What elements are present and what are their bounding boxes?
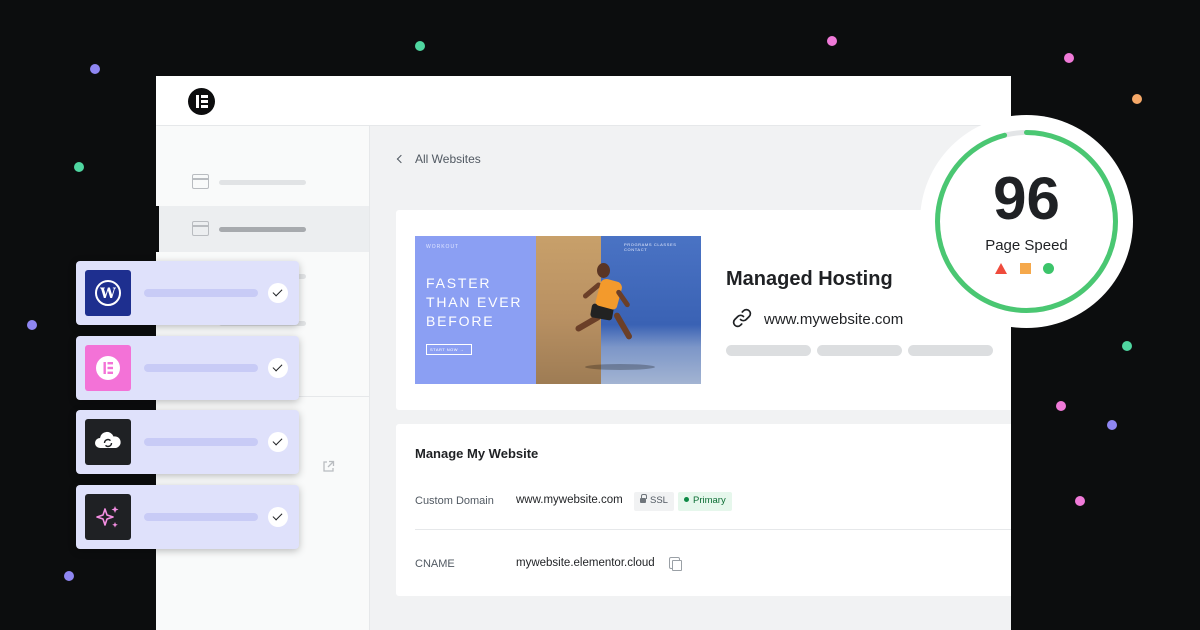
- website-url[interactable]: www.mywebsite.com: [764, 311, 903, 328]
- main-content: All Websites WORKOUT FASTER THAN EVER BE…: [370, 126, 1011, 630]
- integration-card-cloud[interactable]: [76, 410, 299, 474]
- copy-icon[interactable]: [669, 557, 682, 571]
- decor-dot: [1132, 94, 1142, 104]
- custom-domain-value[interactable]: www.mywebsite.com: [516, 494, 623, 506]
- link-icon: [732, 308, 752, 328]
- decor-dot: [1056, 401, 1066, 411]
- decor-dot: [1107, 420, 1117, 430]
- integration-label-placeholder: [144, 513, 258, 521]
- integration-label-placeholder: [144, 289, 258, 297]
- manage-title: Manage My Website: [415, 446, 539, 461]
- svg-text:W: W: [99, 286, 116, 302]
- circle-legend-icon: [1043, 263, 1054, 274]
- integration-label-placeholder: [144, 438, 258, 446]
- page-speed-label: Page Speed: [985, 237, 1068, 254]
- integration-label-placeholder: [144, 364, 258, 372]
- top-bar: [156, 76, 1011, 126]
- sidebar-item-active[interactable]: [156, 206, 369, 252]
- placeholder-pill: [726, 345, 811, 356]
- ai-sparkle-icon: [85, 494, 131, 540]
- decor-dot: [1064, 53, 1074, 63]
- back-link-label: All Websites: [415, 152, 481, 166]
- back-link[interactable]: All Websites: [396, 152, 481, 166]
- primary-badge: Primary: [678, 492, 732, 511]
- check-icon: [268, 507, 288, 527]
- website-thumbnail[interactable]: WORKOUT FASTER THAN EVER BEFORE START NO…: [415, 236, 701, 384]
- cloud-sync-icon: [85, 419, 131, 465]
- wordpress-icon: W: [85, 270, 131, 316]
- decor-dot: [1075, 496, 1085, 506]
- sidebar-item[interactable]: [156, 159, 369, 205]
- check-icon: [268, 432, 288, 452]
- elementor-logo-icon[interactable]: [188, 88, 215, 115]
- decor-dot: [827, 36, 837, 46]
- decor-dot: [415, 41, 425, 51]
- thumbnail-headline: FASTER THAN EVER BEFORE: [426, 275, 523, 329]
- decor-dot: [74, 162, 84, 172]
- integration-card-elementor[interactable]: [76, 336, 299, 400]
- placeholder-pill: [817, 345, 902, 356]
- sidebar-item-label-placeholder: [219, 227, 306, 232]
- external-link-icon[interactable]: [322, 460, 335, 473]
- custom-domain-label: Custom Domain: [415, 495, 494, 507]
- page-speed-badge: 96 Page Speed: [920, 115, 1133, 328]
- triangle-legend-icon: [995, 263, 1007, 274]
- manage-website-card: Manage My Website Custom Domain www.mywe…: [396, 424, 1011, 596]
- website-card: WORKOUT FASTER THAN EVER BEFORE START NO…: [396, 210, 1011, 410]
- decor-dot: [1122, 341, 1132, 351]
- integration-card-ai[interactable]: [76, 485, 299, 549]
- cname-label: CNAME: [415, 558, 455, 570]
- website-title: Managed Hosting: [726, 268, 893, 290]
- decor-dot: [90, 64, 100, 74]
- square-legend-icon: [1020, 263, 1031, 274]
- check-icon: [268, 283, 288, 303]
- status-dot-icon: [684, 497, 689, 502]
- check-icon: [268, 358, 288, 378]
- lock-icon: [640, 494, 647, 503]
- thumbnail-cta: START NOW →: [426, 344, 472, 355]
- thumbnail-nav: PROGRAMS CLASSES CONTACT: [624, 242, 677, 252]
- page-speed-score: 96: [993, 165, 1060, 232]
- decor-dot: [64, 571, 74, 581]
- placeholder-pill: [908, 345, 993, 356]
- cname-value[interactable]: mywebsite.elementor.cloud: [516, 557, 655, 569]
- thumbnail-brand: WORKOUT: [426, 244, 460, 250]
- card-icon: [192, 221, 209, 236]
- row-divider: [415, 529, 1011, 530]
- browser-window-icon: [192, 174, 209, 189]
- sidebar-item-label-placeholder: [219, 180, 306, 185]
- integration-card-wordpress[interactable]: W: [76, 261, 299, 325]
- chevron-left-icon: [396, 154, 406, 164]
- elementor-icon: [85, 345, 131, 391]
- ssl-badge: SSL: [634, 492, 674, 511]
- decor-dot: [27, 320, 37, 330]
